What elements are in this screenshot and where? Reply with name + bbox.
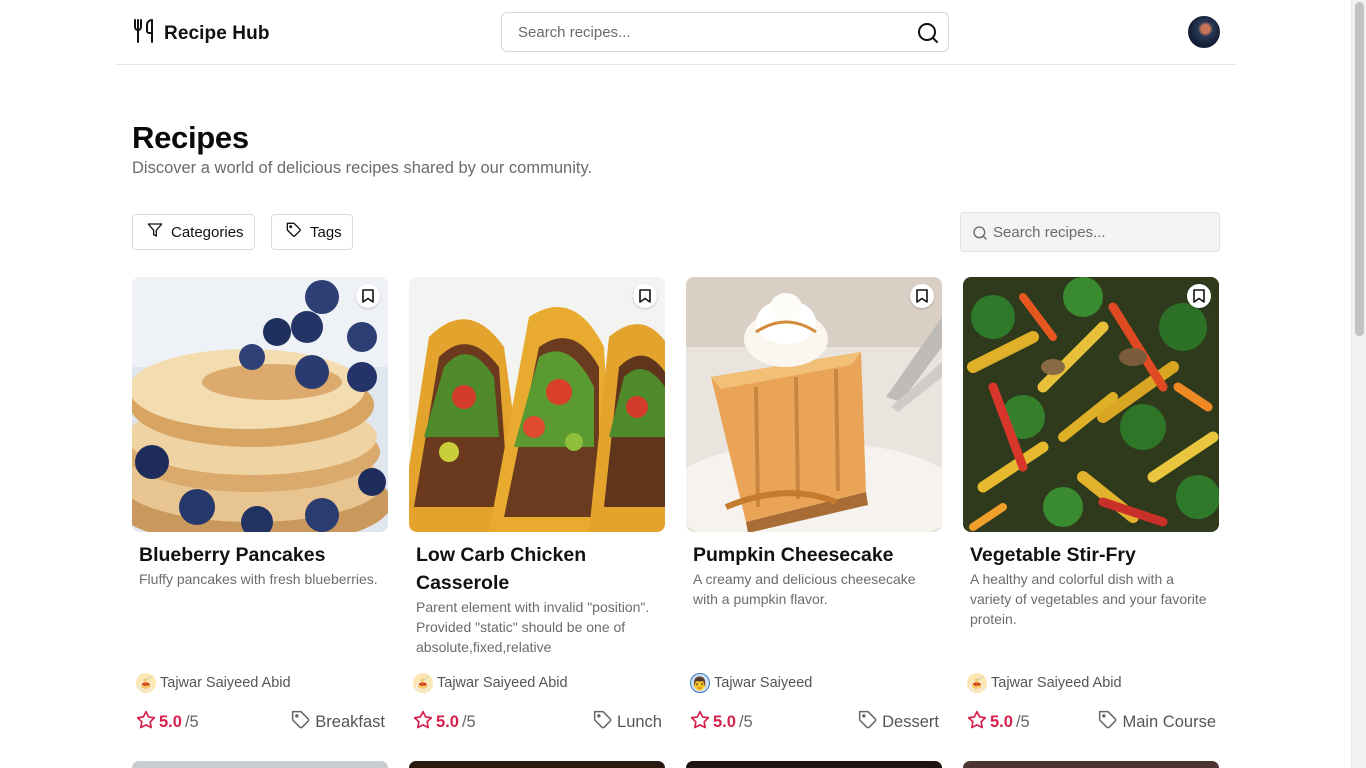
recipe-search-input[interactable]	[993, 213, 1213, 251]
recipe-card-peek[interactable]	[686, 761, 942, 768]
recipe-card[interactable]: Vegetable Stir-Fry A healthy and colorfu…	[963, 277, 1219, 747]
tag-icon	[1098, 710, 1118, 735]
recipe-author[interactable]: 🍝 Tajwar Saiyeed Abid	[967, 673, 1122, 693]
category-label: Breakfast	[315, 713, 385, 731]
recipe-rating: 5.0 /5	[690, 710, 753, 735]
bookmark-icon[interactable]	[356, 284, 380, 308]
rating-max: /5	[1015, 713, 1030, 731]
star-icon	[136, 710, 156, 735]
recipe-image[interactable]	[409, 277, 665, 532]
utensils-icon	[132, 18, 156, 49]
author-name: Tajwar Saiyeed	[714, 675, 813, 691]
tag-icon	[593, 710, 613, 735]
rating-max: /5	[184, 713, 199, 731]
filter-icon	[147, 222, 163, 242]
star-icon	[690, 710, 710, 735]
recipe-card[interactable]: Blueberry Pancakes Fluffy pancakes with …	[132, 277, 388, 747]
brand-name: Recipe Hub	[164, 22, 270, 44]
recipe-title[interactable]: Low Carb Chicken Casserole	[416, 541, 661, 597]
header-search-input[interactable]	[502, 13, 882, 51]
rating-value: 5.0	[990, 713, 1013, 731]
rating-value: 5.0	[159, 713, 182, 731]
tag-icon	[858, 710, 878, 735]
tag-icon	[291, 710, 311, 735]
recipe-rating: 5.0 /5	[413, 710, 476, 735]
recipe-description: A creamy and delicious cheesecake with a…	[693, 571, 916, 607]
recipe-image[interactable]	[686, 277, 942, 532]
author-avatar: 🍝	[136, 673, 156, 693]
user-avatar[interactable]	[1188, 16, 1220, 48]
recipe-card-peek[interactable]	[132, 761, 388, 768]
page-scrollbar[interactable]	[1351, 0, 1366, 768]
tags-filter-button[interactable]: Tags	[271, 214, 353, 250]
brand[interactable]: Recipe Hub	[132, 18, 270, 49]
top-navbar: Recipe Hub	[116, 0, 1236, 65]
recipe-category[interactable]: Main Course	[1098, 710, 1216, 735]
tag-icon	[286, 222, 302, 242]
page-title: Recipes	[132, 120, 249, 155]
recipe-image[interactable]	[963, 277, 1219, 532]
rating-value: 5.0	[713, 713, 736, 731]
recipe-author[interactable]: 🍝 Tajwar Saiyeed Abid	[413, 673, 568, 693]
star-icon	[967, 710, 987, 735]
author-avatar: 🍝	[413, 673, 433, 693]
recipe-card[interactable]: Low Carb Chicken Casserole Parent elemen…	[409, 277, 665, 747]
page-subtitle: Discover a world of delicious recipes sh…	[132, 159, 593, 177]
recipe-author[interactable]: 👨 Tajwar Saiyeed	[690, 673, 812, 693]
recipe-category[interactable]: Lunch	[593, 710, 662, 735]
recipe-title[interactable]: Pumpkin Cheesecake	[693, 541, 938, 569]
recipe-description: Parent element with invalid "position". …	[416, 599, 650, 655]
bookmark-icon[interactable]	[1187, 284, 1211, 308]
recipe-card[interactable]: Pumpkin Cheesecake A creamy and deliciou…	[686, 277, 942, 747]
author-name: Tajwar Saiyeed Abid	[437, 675, 568, 691]
recipe-description: Fluffy pancakes with fresh blueberries.	[139, 571, 378, 587]
category-label: Dessert	[882, 713, 939, 731]
recipe-category[interactable]: Dessert	[858, 710, 939, 735]
scrollbar-thumb[interactable]	[1355, 2, 1364, 336]
star-icon	[413, 710, 433, 735]
author-name: Tajwar Saiyeed Abid	[160, 675, 291, 691]
recipe-card-peek[interactable]	[409, 761, 665, 768]
recipe-card-peek[interactable]	[963, 761, 1219, 768]
author-name: Tajwar Saiyeed Abid	[991, 675, 1122, 691]
recipe-image[interactable]	[132, 277, 388, 532]
recipe-rating: 5.0 /5	[967, 710, 1030, 735]
tags-label: Tags	[310, 223, 342, 241]
recipe-search	[960, 212, 1220, 252]
search-icon[interactable]	[916, 21, 940, 45]
rating-max: /5	[461, 713, 476, 731]
recipe-description: A healthy and colorful dish with a varie…	[970, 571, 1207, 627]
recipe-author[interactable]: 🍝 Tajwar Saiyeed Abid	[136, 673, 291, 693]
recipe-title[interactable]: Blueberry Pancakes	[139, 541, 384, 569]
bookmark-icon[interactable]	[633, 284, 657, 308]
bookmark-icon[interactable]	[910, 284, 934, 308]
category-label: Main Course	[1122, 713, 1216, 731]
recipe-rating: 5.0 /5	[136, 710, 199, 735]
rating-max: /5	[738, 713, 753, 731]
header-search	[501, 12, 949, 52]
recipe-category[interactable]: Breakfast	[291, 710, 385, 735]
author-avatar: 🍝	[967, 673, 987, 693]
category-label: Lunch	[617, 713, 662, 731]
categories-filter-button[interactable]: Categories	[132, 214, 255, 250]
recipe-title[interactable]: Vegetable Stir-Fry	[970, 541, 1215, 569]
rating-value: 5.0	[436, 713, 459, 731]
author-avatar: 👨	[690, 673, 710, 693]
categories-label: Categories	[171, 223, 244, 241]
